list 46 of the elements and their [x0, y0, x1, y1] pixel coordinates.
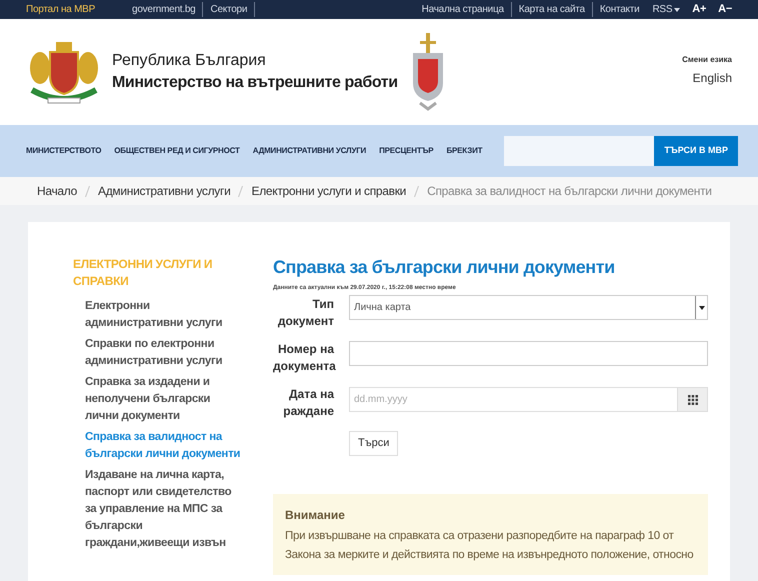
slash-separator-icon	[238, 186, 244, 196]
nav-link[interactable]: ОБЩЕСТВЕН РЕД И СИГУРНОСТ	[114, 145, 240, 157]
top-link[interactable]: government.bg	[125, 2, 204, 17]
breadcrumb-current: Справка за валидност на български лични документи	[427, 183, 712, 200]
page-title: Справка за български лични документи	[273, 256, 616, 278]
language-link[interactable]: English	[692, 71, 732, 85]
top-link[interactable]: Сектори	[203, 2, 256, 17]
search-field[interactable]	[504, 136, 654, 166]
rss-link[interactable]: RSS	[652, 2, 672, 17]
breadcrumb-link[interactable]: Електронни услуги и справки	[251, 182, 406, 200]
slash-separator-icon	[414, 186, 420, 196]
language-label: Смени езика	[682, 54, 732, 66]
field-label: Тип документ	[276, 296, 335, 330]
document-number-field[interactable]	[349, 341, 708, 366]
search-button[interactable]: ТЪРСИ В МВР	[654, 136, 738, 166]
nav-link[interactable]: ПРЕСЦЕНТЪР	[379, 145, 434, 157]
top-link[interactable]: Карта на сайта	[510, 2, 592, 17]
header-title: Министерство на вътрешните работи	[112, 73, 398, 93]
breadcrumb-link[interactable]: Начало	[37, 182, 78, 200]
field-label: Дата на раждане	[282, 386, 336, 420]
breadcrumb-link[interactable]: Административни услуги	[98, 182, 230, 200]
nav-link[interactable]: МИНИСТЕРСТВОТО	[26, 145, 102, 157]
sidebar-link[interactable]: Издаване на лична карта, паспорт или свидетелство за управление на МПС за български граждани,живеещи извън	[85, 467, 242, 552]
font-decrease-button[interactable]: A−	[718, 1, 732, 18]
search-submit-button[interactable]: Търси	[349, 430, 398, 456]
sidebar-title: ЕЛЕКТРОННИ УСЛУГИ И СПРАВКИ	[73, 256, 214, 290]
sidebar-link[interactable]: Справка за издадени и неполучени български лични документи	[85, 374, 242, 425]
sidebar-link[interactable]: Електронни административни услуги	[85, 298, 242, 332]
top-link[interactable]: Начална страница	[414, 2, 511, 17]
caret-down-icon	[674, 8, 680, 12]
calendar-grid-icon[interactable]	[688, 394, 698, 404]
birth-date-field[interactable]: dd.mm.yyyy	[349, 387, 678, 412]
caret-down-icon	[698, 306, 704, 310]
font-increase-button[interactable]: A+	[692, 1, 706, 18]
sidebar-link[interactable]: Справка за валидност на български лични документи	[85, 429, 242, 463]
document-type-select[interactable]: Лична карта	[349, 295, 708, 320]
slash-separator-icon	[85, 186, 90, 196]
notice-title: Внимание	[285, 506, 346, 524]
top-link[interactable]: Портал на МВР	[26, 2, 96, 17]
nav-link[interactable]: АДМИНИСТРАТИВНИ УСЛУГИ	[252, 145, 366, 157]
sidebar-link[interactable]: Справки по електронни административни услуги	[85, 336, 242, 370]
header-subtitle: Република България	[112, 51, 267, 71]
notice-text: При извършване на справката са отразени разпоредбите на параграф 10 от Закона за мерките и действията по време на извънредното положение, относно	[285, 528, 694, 563]
field-label: Номер на документа	[273, 341, 337, 375]
top-link[interactable]: Контакти	[592, 2, 646, 17]
nav-link[interactable]: БРЕКЗИТ	[446, 145, 482, 157]
